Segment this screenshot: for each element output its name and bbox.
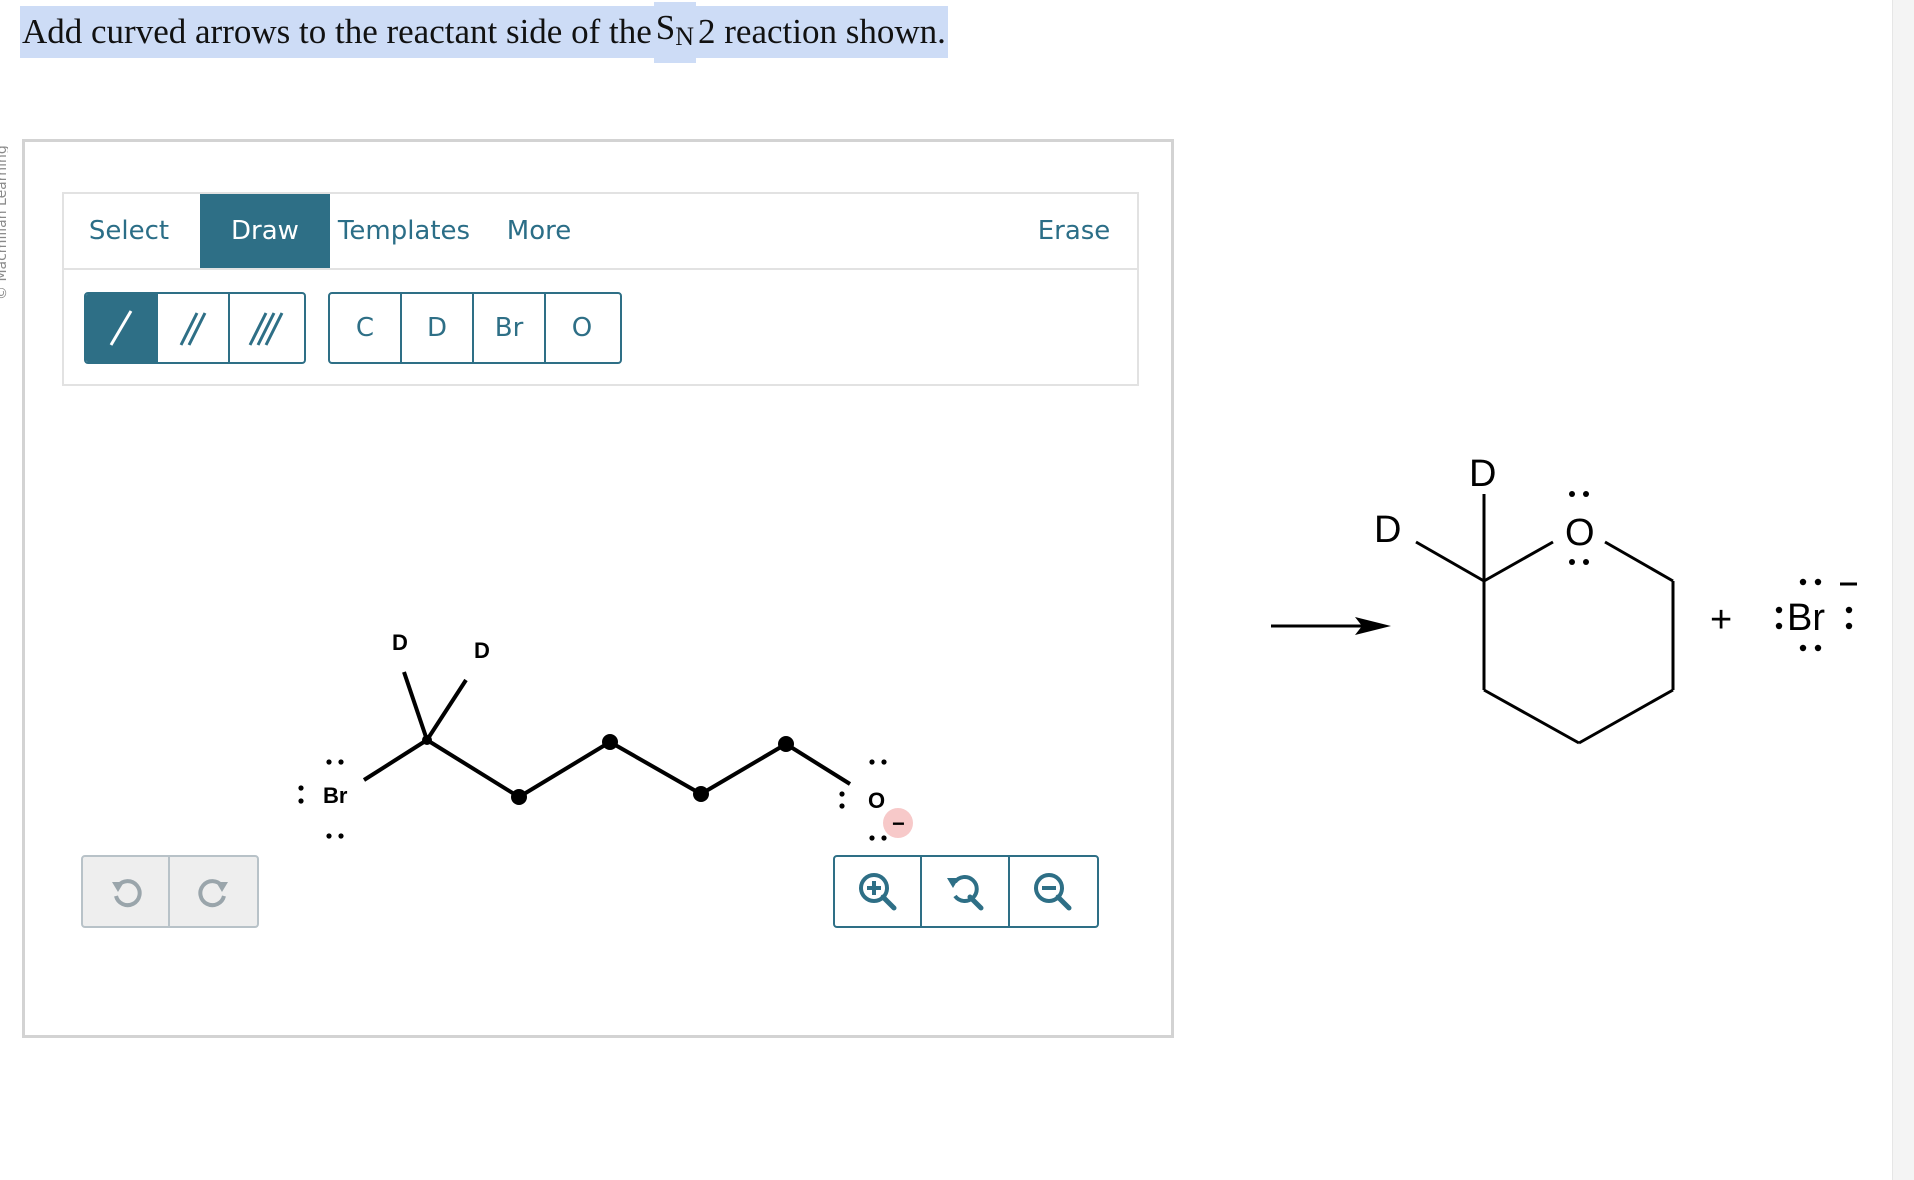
zoom-out-button[interactable] bbox=[1010, 857, 1097, 926]
bromide-lone-pairs bbox=[1775, 578, 1853, 652]
plus-sign: + bbox=[1710, 599, 1732, 641]
single-bond-icon bbox=[109, 310, 133, 346]
bromide-label: Br bbox=[1787, 597, 1825, 639]
double-bond-icon bbox=[179, 312, 207, 346]
atom-d-button[interactable]: D bbox=[402, 294, 474, 362]
menu-erase[interactable]: Erase bbox=[1024, 194, 1124, 268]
triple-bond-button[interactable] bbox=[230, 294, 302, 362]
bond-tools bbox=[84, 292, 306, 364]
product-molecule: D D O + Br bbox=[1374, 453, 1857, 745]
question-sn-symbol: SN bbox=[653, 1, 697, 63]
product-ring-o: O bbox=[1565, 512, 1595, 554]
redo-icon bbox=[197, 878, 228, 907]
atom-o-button[interactable]: O bbox=[546, 294, 618, 362]
triple-bond-icon bbox=[248, 312, 284, 346]
product-d-left: D bbox=[1374, 509, 1401, 551]
atom-tools: C D Br O bbox=[328, 292, 622, 364]
page-scrollbar[interactable] bbox=[1892, 0, 1914, 1180]
undo-icon bbox=[111, 878, 142, 907]
question-text: Add curved arrows to the reactant side o… bbox=[20, 1, 948, 63]
menu-select[interactable]: Select bbox=[74, 194, 184, 268]
zoom-reset-button[interactable] bbox=[922, 857, 1010, 926]
zoom-in-icon bbox=[858, 872, 897, 910]
editor-toolbar: Select Draw Templates More Erase C D Br … bbox=[62, 192, 1139, 386]
product-ring bbox=[1415, 494, 1675, 745]
zoom-controls bbox=[833, 855, 1099, 928]
side-credit-text: © Macmillan Learning bbox=[0, 145, 8, 300]
undo-button[interactable] bbox=[83, 857, 171, 926]
product-d-top: D bbox=[1469, 453, 1496, 495]
zoom-reset-icon bbox=[947, 874, 984, 910]
zoom-out-icon bbox=[1034, 872, 1072, 910]
atom-br-button[interactable]: Br bbox=[474, 294, 546, 362]
double-bond-button[interactable] bbox=[158, 294, 230, 362]
single-bond-button[interactable] bbox=[86, 294, 158, 362]
zoom-in-button[interactable] bbox=[835, 857, 923, 926]
menu-more[interactable]: More bbox=[494, 194, 584, 268]
side-credit: © Macmillan Learning bbox=[0, 30, 8, 300]
redo-button[interactable] bbox=[170, 857, 257, 926]
question-sub-n: N bbox=[675, 21, 695, 51]
reaction-arrow bbox=[1271, 617, 1391, 635]
product-o-lone-pairs bbox=[1569, 491, 1589, 565]
question-part-2: 2 reaction shown. bbox=[696, 6, 948, 58]
question-s: S bbox=[655, 7, 676, 47]
menu-draw[interactable]: Draw bbox=[200, 194, 330, 268]
atom-c-button[interactable]: C bbox=[330, 294, 402, 362]
undo-redo-group bbox=[81, 855, 259, 928]
question-part-1: Add curved arrows to the reactant side o… bbox=[20, 6, 654, 58]
menu-row: Select Draw Templates More Erase bbox=[64, 194, 1137, 270]
menu-templates[interactable]: Templates bbox=[334, 194, 474, 268]
